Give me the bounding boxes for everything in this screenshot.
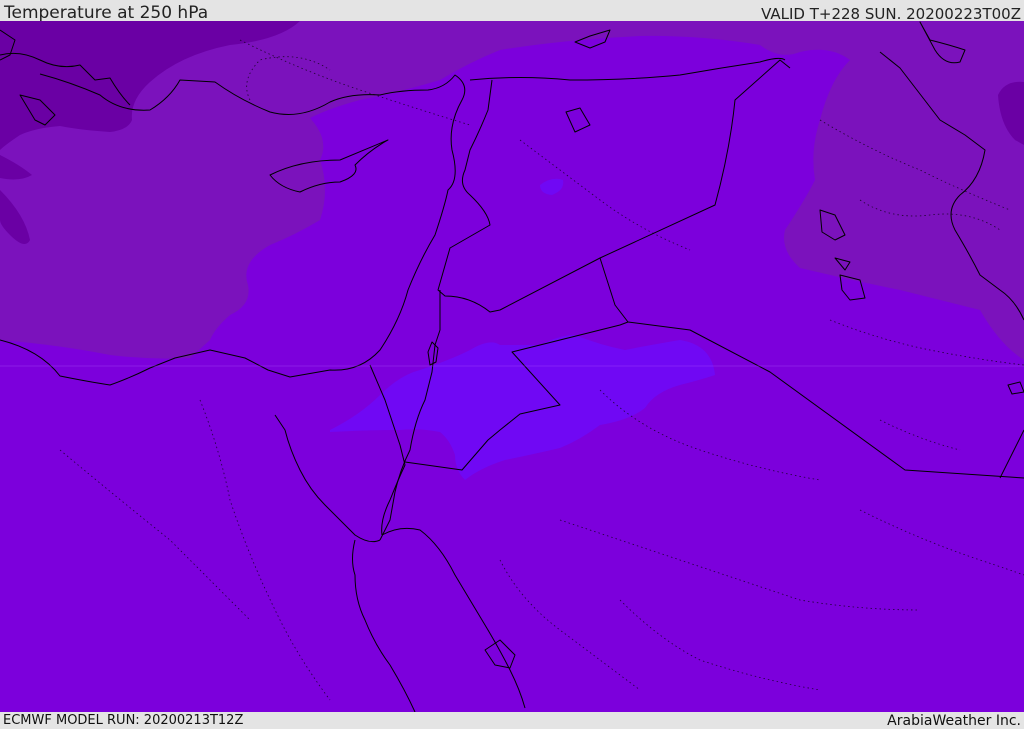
model-run: ECMWF MODEL RUN: 20200213T12Z [3, 713, 244, 728]
temperature-map [0, 21, 1024, 712]
map-title: Temperature at 250 hPa [4, 3, 209, 23]
footer-bar: ECMWF MODEL RUN: 20200213T12Z ArabiaWeat… [0, 712, 1024, 729]
credit-text: ArabiaWeather Inc. [887, 713, 1021, 729]
header-bar: Temperature at 250 hPa VALID T+228 SUN. … [0, 0, 1024, 23]
